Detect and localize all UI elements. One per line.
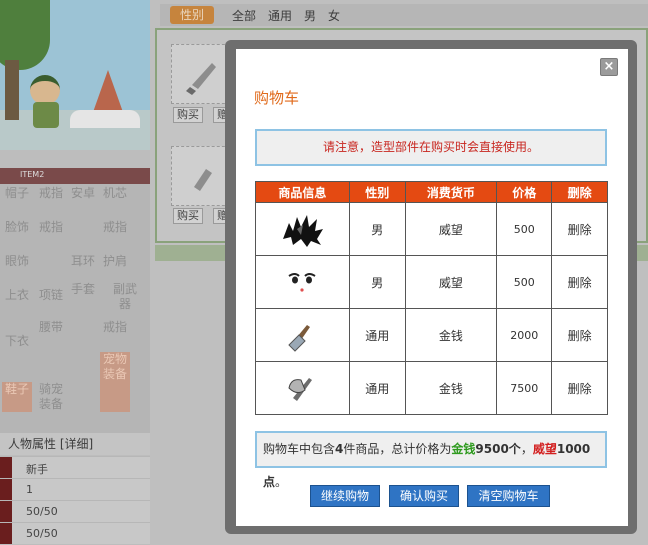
clear-cart-button[interactable]: 清空购物车 <box>467 485 550 507</box>
filter-tag: 性别 <box>170 6 214 24</box>
gold-label: 金钱 <box>451 442 476 456</box>
gender-cell: 通用 <box>348 361 406 415</box>
hair-icon <box>283 215 324 247</box>
attribute-row: 50/50 <box>0 522 150 544</box>
equip-slot[interactable]: 手套 <box>68 282 98 312</box>
trowel-icon <box>194 169 212 191</box>
filter-all[interactable]: 全部 <box>232 7 256 24</box>
gender-cell: 男 <box>348 202 406 256</box>
col-header: 商品信息 <box>255 181 350 203</box>
prestige-label: 威望 <box>532 442 557 456</box>
gold-amount: 9500个 <box>475 442 521 456</box>
notice-box: 请注意，造型部件在购买时会直接使用。 <box>255 129 607 166</box>
filter-female[interactable]: 女 <box>328 7 340 24</box>
axe-icon <box>288 378 313 401</box>
equip-slot[interactable]: 戒指 <box>100 220 130 250</box>
delete-link[interactable]: 删除 <box>551 308 608 362</box>
price-cell: 7500 <box>496 361 553 415</box>
item-image-cell <box>255 202 350 256</box>
cart-modal: × 购物车 请注意，造型部件在购买时会直接使用。 商品信息 性别 消费货币 价格… <box>236 49 628 526</box>
equip-slot[interactable]: 耳环 <box>68 254 98 284</box>
face-icon <box>288 273 316 292</box>
equip-slot[interactable]: 戒指 <box>36 186 66 216</box>
table-row: 通用 金钱 7500 删除 <box>255 361 608 415</box>
gender-cell: 男 <box>348 255 406 309</box>
buy-button[interactable]: 购买 <box>173 107 203 123</box>
currency-cell: 威望 <box>404 255 498 309</box>
col-header: 消费货币 <box>404 181 498 203</box>
currency-cell: 威望 <box>404 202 498 256</box>
attributes-title[interactable]: 人物属性 [详细] <box>0 433 150 455</box>
equip-slot[interactable]: 项链 <box>36 288 66 318</box>
equip-slot[interactable]: 机芯 <box>100 186 130 216</box>
attribute-row: 50/50 <box>0 500 150 522</box>
dagger-icon <box>186 63 216 95</box>
gender-cell: 通用 <box>348 308 406 362</box>
cone-decoration <box>92 70 124 115</box>
table-header-row: 商品信息 性别 消费货币 价格 删除 <box>255 181 608 203</box>
tab-item2[interactable]: ITEM2 <box>20 170 44 179</box>
col-header: 价格 <box>496 181 553 203</box>
equip-slot[interactable]: 副武器 <box>110 282 140 312</box>
attribute-row: 新手 <box>0 456 150 478</box>
gender-filter: 性别 全部 通用 男 女 <box>160 4 648 26</box>
close-button[interactable]: × <box>600 58 618 76</box>
character-preview <box>0 0 150 150</box>
price-cell: 500 <box>496 255 553 309</box>
confirm-purchase-button[interactable]: 确认购买 <box>389 485 459 507</box>
price-cell: 500 <box>496 202 553 256</box>
currency-cell: 金钱 <box>404 308 498 362</box>
equip-slot[interactable]: 鞋子 <box>2 382 32 412</box>
table-row: 通用 金钱 2000 删除 <box>255 308 608 362</box>
buy-button[interactable]: 购买 <box>173 208 203 224</box>
cart-summary: 购物车中包含4件商品，总计价格为金钱9500个，威望1000点。 <box>255 431 607 489</box>
equip-slot[interactable]: 戒指 <box>100 320 130 350</box>
attribute-row: 1 <box>0 478 150 500</box>
col-header: 性别 <box>348 181 406 203</box>
delete-link[interactable]: 删除 <box>551 202 608 256</box>
character-panel: ITEM2 帽子 戒指 安卓 机芯 脸饰 戒指 戒指 眼饰 耳环 护肩 上衣 项… <box>0 0 150 545</box>
currency-cell: 金钱 <box>404 361 498 415</box>
trowel-icon <box>288 325 311 352</box>
equip-slot[interactable]: 宠物装备 <box>100 352 130 412</box>
equip-slot[interactable]: 安卓 <box>68 186 98 216</box>
equip-slot[interactable]: 骑宠装备 <box>36 382 66 412</box>
equip-slot[interactable]: 帽子 <box>2 186 32 216</box>
table-row: 男 威望 500 删除 <box>255 202 608 256</box>
modal-title: 购物车 <box>254 89 300 107</box>
cart-table: 商品信息 性别 消费货币 价格 删除 男 威望 500 删除 男 威望 500 … <box>255 181 608 415</box>
equip-slot[interactable]: 脸饰 <box>2 220 32 250</box>
character-avatar <box>30 75 60 105</box>
continue-shopping-button[interactable]: 继续购物 <box>310 485 380 507</box>
item-image-cell <box>255 361 350 415</box>
item-image-cell <box>255 308 350 362</box>
equip-slot[interactable]: 腰带 <box>36 320 66 350</box>
equip-slot[interactable]: 上衣 <box>2 288 32 318</box>
equip-slot[interactable]: 眼饰 <box>2 254 32 284</box>
delete-link[interactable]: 删除 <box>551 361 608 415</box>
filter-male[interactable]: 男 <box>304 7 316 24</box>
equip-slot[interactable]: 护肩 <box>100 254 130 284</box>
filter-unisex[interactable]: 通用 <box>268 7 292 24</box>
equip-tabs: ITEM2 <box>0 168 150 184</box>
table-row: 男 威望 500 删除 <box>255 255 608 309</box>
equip-slot[interactable]: 下衣 <box>2 334 32 364</box>
equip-slot[interactable]: 戒指 <box>36 220 66 250</box>
delete-link[interactable]: 删除 <box>551 255 608 309</box>
item-image-cell <box>255 255 350 309</box>
col-header: 删除 <box>551 181 608 203</box>
price-cell: 2000 <box>496 308 553 362</box>
equipment-grid: 帽子 戒指 安卓 机芯 脸饰 戒指 戒指 眼饰 耳环 护肩 上衣 项链 手套 副… <box>0 184 150 434</box>
